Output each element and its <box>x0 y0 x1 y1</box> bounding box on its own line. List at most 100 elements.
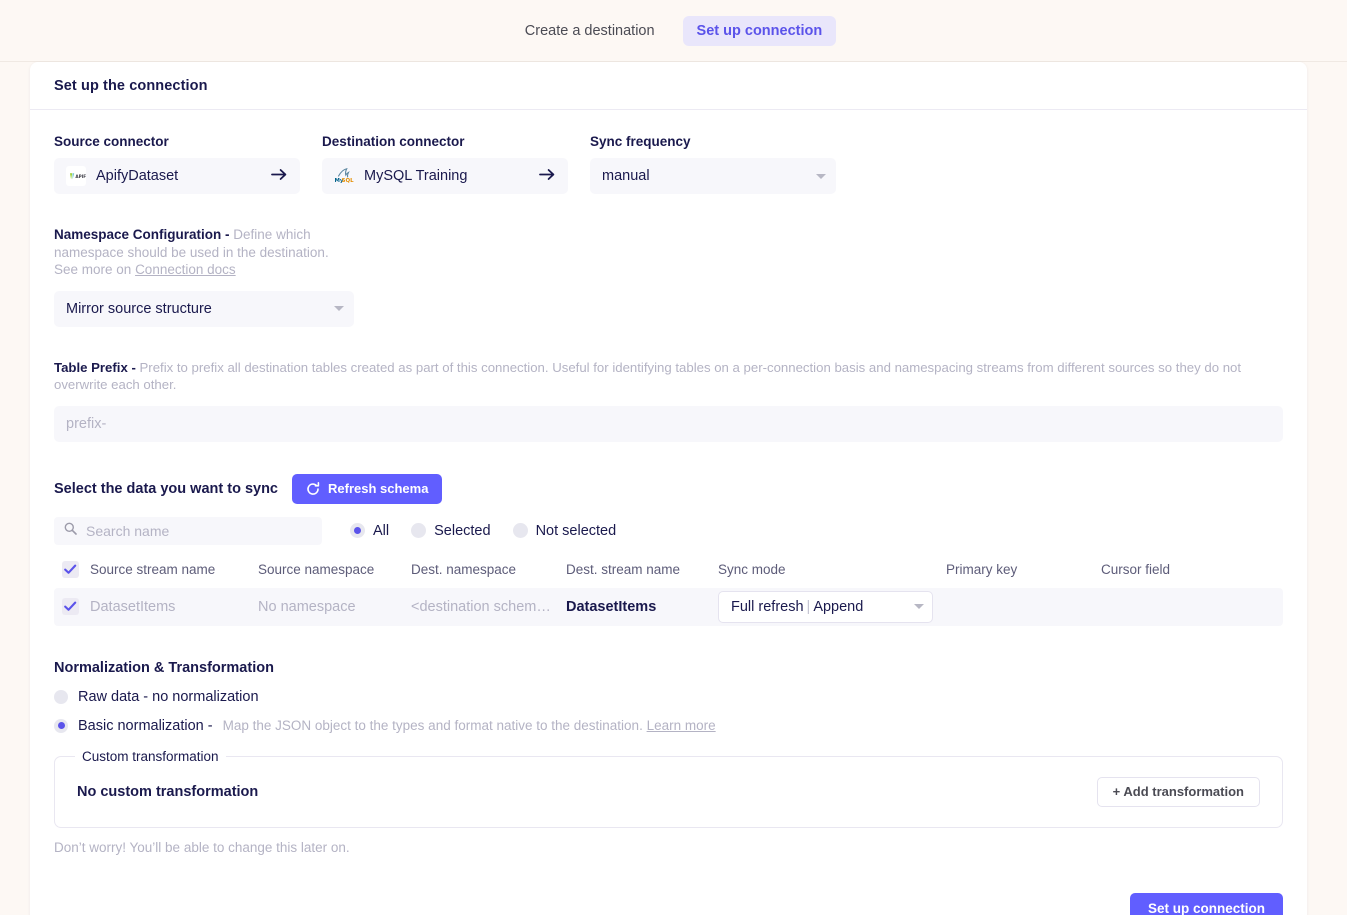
col-cursor-field: Cursor field <box>1101 562 1171 577</box>
option-raw-data[interactable]: Raw data - no normalization <box>54 689 1283 705</box>
mysql-logo-icon: My SQL <box>334 166 354 186</box>
select-all-checkbox[interactable] <box>54 561 90 578</box>
col-source-namespace: Source namespace <box>258 562 375 577</box>
search-input[interactable] <box>84 521 312 540</box>
filter-not-selected[interactable]: Not selected <box>512 522 617 539</box>
source-connector-label: Source connector <box>54 134 169 149</box>
filter-selected[interactable]: Selected <box>411 522 491 539</box>
destination-connector-name: MySQL Training <box>364 168 468 184</box>
col-source-stream-name: Source stream name <box>90 562 216 577</box>
connection-docs-link[interactable]: Connection docs <box>135 262 236 277</box>
row-checkbox[interactable] <box>54 598 90 615</box>
namespace-value: Mirror source structure <box>66 300 212 317</box>
search-box[interactable] <box>54 516 322 545</box>
refresh-schema-label: Refresh schema <box>328 481 429 496</box>
chevron-down-icon <box>914 604 924 609</box>
destination-connector-label: Destination connector <box>322 134 465 149</box>
radio-icon <box>512 523 528 538</box>
namespace-configuration-section: Namespace Configuration - Define which n… <box>54 226 1283 327</box>
card-footer: Set up connection <box>54 892 1283 915</box>
normalization-section: Normalization & Transformation Raw data … <box>54 660 1283 855</box>
card-header: Set up the connection <box>30 62 1307 110</box>
chevron-down-icon <box>816 173 826 179</box>
radio-icon <box>54 689 68 704</box>
col-sync-mode: Sync mode <box>718 562 786 577</box>
option-basic-normalization-label: Basic normalization - <box>78 717 213 734</box>
sync-frequency-label: Sync frequency <box>590 134 691 149</box>
table-prefix-section: Table Prefix - Prefix to prefix all dest… <box>54 359 1283 442</box>
custom-transformation-status: No custom transformation <box>77 783 259 800</box>
table-prefix-placeholder: prefix- <box>66 415 107 432</box>
filter-selected-label: Selected <box>434 522 491 539</box>
radio-icon <box>411 523 427 538</box>
sync-frequency-value: manual <box>602 168 650 184</box>
sync-mode-select[interactable]: Full refresh | Append <box>718 590 933 623</box>
option-basic-normalization-sub: Map the JSON object to the types and for… <box>223 718 716 733</box>
page-title: Set up the connection <box>54 78 208 94</box>
source-connector-block: Source connector APIFY ApifyDataset <box>54 134 300 194</box>
radio-icon <box>54 718 68 733</box>
table-prefix-input-wrap[interactable]: prefix- <box>54 405 1283 442</box>
option-raw-data-label: Raw data - no normalization <box>78 688 259 705</box>
wizard-step-bar: Create a destination Set up connection <box>0 0 1347 62</box>
app-root: Create a destination Set up connection S… <box>0 0 1347 915</box>
cell-source-namespace: No namespace <box>258 598 356 615</box>
refresh-schema-button[interactable]: Refresh schema <box>292 473 443 504</box>
svg-text:SQL: SQL <box>342 178 354 184</box>
sync-mode-separator: | <box>806 598 811 615</box>
table-row[interactable]: DatasetItems No namespace <destination s… <box>54 587 1283 626</box>
sync-mode-primary: Full refresh <box>731 598 804 615</box>
option-basic-normalization[interactable]: Basic normalization - Map the JSON objec… <box>54 718 1283 734</box>
namespace-title: Namespace Configuration - <box>54 227 230 242</box>
filter-not-selected-label: Not selected <box>535 522 617 539</box>
schema-section: Select the data you want to sync Refresh… <box>54 473 1283 626</box>
custom-transformation-legend: Custom transformation <box>75 748 226 764</box>
namespace-select[interactable]: Mirror source structure <box>54 290 354 327</box>
card-body: Source connector APIFY ApifyDataset <box>30 110 1307 915</box>
table-prefix-description-text: Prefix to prefix all destination tables … <box>54 359 1242 393</box>
refresh-icon <box>306 481 320 496</box>
col-dest-stream-name: Dest. stream name <box>566 562 681 577</box>
cell-sync-mode: Full refresh | Append <box>718 590 946 623</box>
schema-filter-row: All Selected Not selected <box>54 516 1283 545</box>
arrow-right-icon <box>271 168 288 185</box>
destination-connector-block: Destination connector My SQL MySQL Train… <box>322 134 568 194</box>
schema-filter-radios: All Selected Not selected <box>350 523 616 539</box>
table-prefix-title: Table Prefix - <box>54 359 136 375</box>
cell-dest-namespace: <destination schem… <box>411 598 551 615</box>
set-up-connection-button[interactable]: Set up connection <box>1129 892 1283 915</box>
basic-normalization-description: Map the JSON object to the types and for… <box>222 718 643 733</box>
add-transformation-button[interactable]: + Add transformation <box>1096 776 1260 807</box>
filter-all[interactable]: All <box>350 523 389 539</box>
step-create-a-destination[interactable]: Create a destination <box>511 16 669 46</box>
filter-all-label: All <box>373 522 390 539</box>
setup-connection-card: Set up the connection Source connector A… <box>30 62 1307 915</box>
normalization-title: Normalization & Transformation <box>54 659 274 676</box>
cell-dest-stream-name: DatasetItems <box>566 598 657 615</box>
cell-source-stream-name: DatasetItems <box>90 598 176 615</box>
schema-table-header: Source stream name Source namespace Dest… <box>54 555 1283 585</box>
table-prefix-description: Table Prefix - Prefix to prefix all dest… <box>54 359 1283 394</box>
chevron-down-icon <box>334 306 344 311</box>
sync-mode-value: Full refresh | Append <box>731 599 906 615</box>
connector-row: Source connector APIFY ApifyDataset <box>54 134 1283 194</box>
schema-table: Source stream name Source namespace Dest… <box>54 555 1283 626</box>
source-connector-name: ApifyDataset <box>96 168 179 184</box>
step-set-up-connection[interactable]: Set up connection <box>682 15 837 46</box>
checkbox-checked-icon <box>61 561 79 578</box>
learn-more-link[interactable]: Learn more <box>647 718 716 733</box>
sync-mode-secondary: Append <box>813 598 864 615</box>
schema-header: Select the data you want to sync Refresh… <box>54 473 1283 504</box>
col-primary-key: Primary key <box>946 562 1018 577</box>
sync-frequency-select[interactable]: manual <box>590 158 836 194</box>
radio-icon <box>350 523 365 538</box>
schema-title: Select the data you want to sync <box>54 480 278 497</box>
col-dest-namespace: Dest. namespace <box>411 562 517 577</box>
apify-logo-icon: APIFY <box>66 166 86 186</box>
source-connector-pill[interactable]: APIFY ApifyDataset <box>54 158 300 194</box>
sync-frequency-block: Sync frequency manual <box>590 134 836 194</box>
search-icon <box>64 522 77 540</box>
custom-transformation-panel: Custom transformation No custom transfor… <box>54 748 1283 828</box>
svg-text:APIFY: APIFY <box>75 174 86 179</box>
destination-connector-pill[interactable]: My SQL MySQL Training <box>322 158 568 194</box>
